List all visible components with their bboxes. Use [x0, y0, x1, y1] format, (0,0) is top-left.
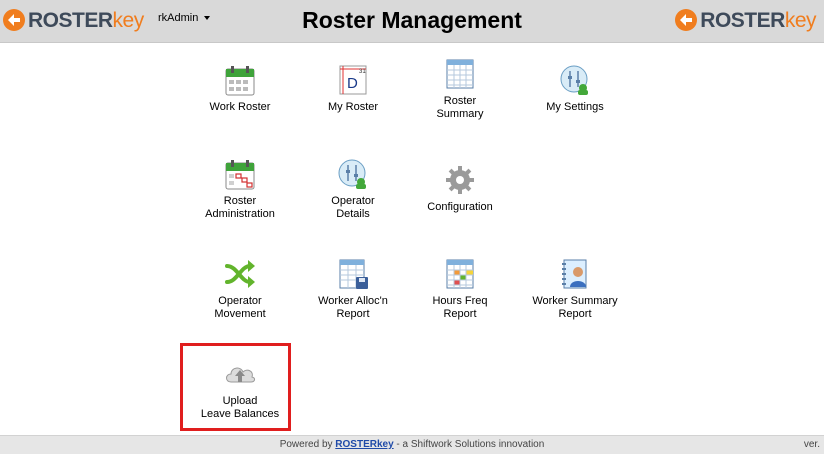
user-menu[interactable]: rkAdmin: [158, 12, 211, 24]
rosterkey-logo-right: ROSTERkey: [674, 7, 817, 33]
footer: Powered by ROSTERkey - a Shiftwork Solut…: [0, 435, 824, 454]
rosterkey-link[interactable]: ROSTERkey: [335, 439, 393, 450]
chevron-down-icon: [204, 16, 211, 20]
tile-operator-details[interactable]: Operator Details: [298, 157, 408, 221]
gear-icon: [446, 166, 474, 194]
logo-wordmark: ROSTERkey: [700, 8, 816, 32]
logo-mark-icon: [675, 9, 698, 31]
tile-roster-summary[interactable]: Roster Summary: [405, 57, 515, 121]
tile-my-roster[interactable]: 31 D My Roster: [298, 63, 408, 114]
tile-label: Operator Details: [331, 195, 375, 220]
footer-credit: Powered by ROSTERkey - a Shiftwork Solut…: [0, 439, 824, 450]
header-bar: ROSTERkey rkAdmin Roster Management ROST…: [0, 0, 824, 43]
tile-label: My Settings: [546, 101, 604, 113]
tile-operator-movement[interactable]: Operator Movement: [185, 257, 295, 321]
rosterkey-logo[interactable]: ROSTERkey: [2, 7, 144, 33]
tile-label: Roster Summary: [436, 95, 484, 120]
tile-label: Configuration: [427, 201, 493, 213]
logo-wordmark: ROSTERkey: [28, 8, 144, 32]
tile-worker-summary-report[interactable]: Worker Summary Report: [520, 257, 630, 321]
footer-prefix: Powered by: [279, 439, 336, 450]
tile-label: Operator Movement: [214, 295, 266, 320]
tile-label: Roster Administration: [205, 195, 275, 220]
colored-grid-report-icon: [446, 259, 474, 289]
version-label: ver.: [803, 439, 820, 450]
footer-suffix: - a Shiftwork Solutions innovation: [393, 439, 545, 450]
tile-label: Worker Alloc'n Report: [318, 295, 388, 320]
tile-hours-freq-report[interactable]: Hours Freq Report: [405, 257, 515, 321]
tile-configuration[interactable]: Configuration: [405, 163, 515, 214]
tile-label: Work Roster: [209, 101, 271, 113]
day-calendar-icon: 31 D: [339, 65, 367, 95]
operator-settings-icon: [338, 159, 366, 189]
tile-roster-administration[interactable]: Roster Administration: [185, 157, 295, 221]
person-notebook-icon: [562, 259, 587, 289]
user-menu-label: rkAdmin: [158, 12, 199, 24]
grid-table-icon: [446, 59, 474, 89]
logo-mark-icon: [3, 9, 25, 31]
shuffle-icon: [225, 260, 255, 288]
user-settings-icon: [560, 65, 588, 95]
highlight-box: [180, 343, 291, 431]
report-save-icon: [339, 259, 368, 289]
svg-text:31: 31: [359, 69, 366, 75]
svg-text:D: D: [347, 75, 358, 92]
tile-label: Worker Summary Report: [532, 295, 618, 320]
tile-work-roster[interactable]: Work Roster: [185, 63, 295, 114]
tile-label: Hours Freq Report: [432, 295, 488, 320]
tile-label: My Roster: [327, 101, 379, 113]
tile-worker-allocn-report[interactable]: Worker Alloc'n Report: [298, 257, 408, 321]
roster-admin-calendar-icon: [225, 160, 255, 190]
calendar-icon: [225, 66, 255, 96]
tile-my-settings[interactable]: My Settings: [520, 63, 630, 114]
